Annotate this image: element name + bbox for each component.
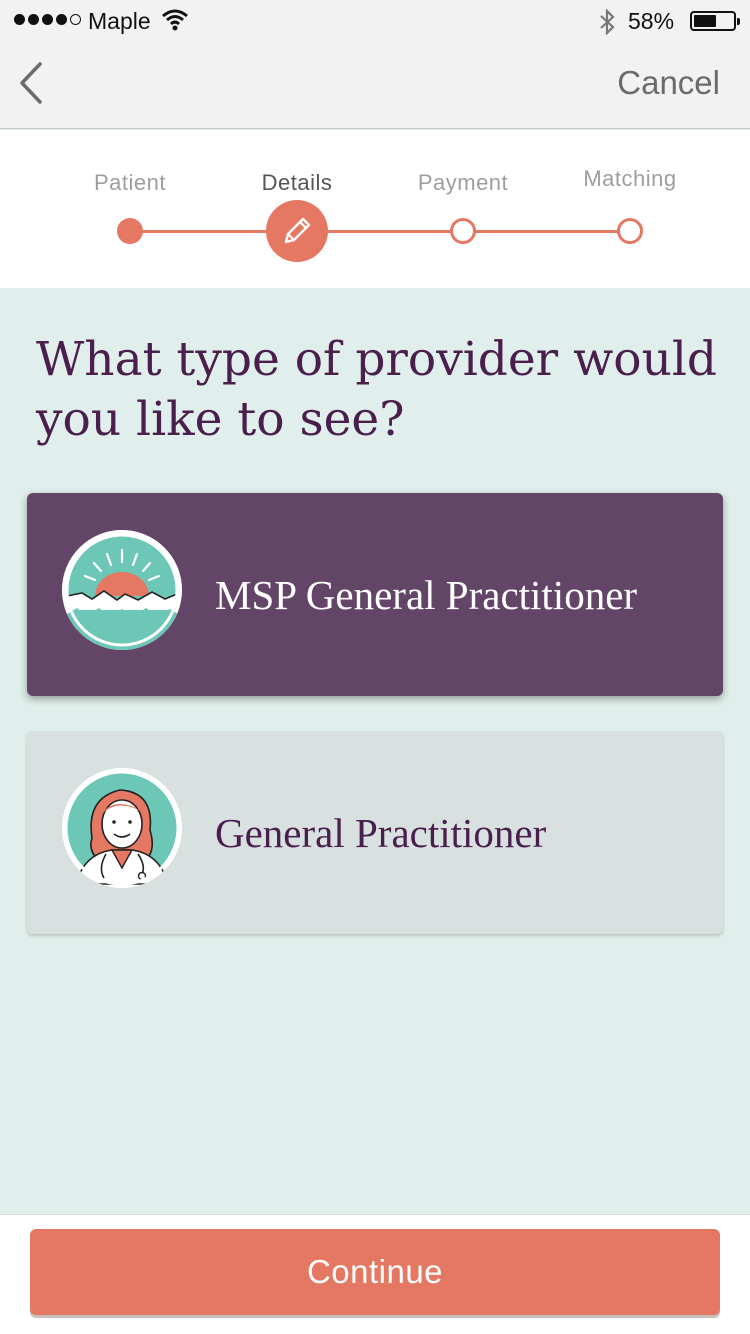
option-msp-general-practitioner[interactable]: MSP General Practitioner <box>27 493 723 696</box>
option-label: General Practitioner <box>215 809 547 856</box>
step-node-patient <box>117 218 143 244</box>
step-node-details <box>266 200 328 262</box>
cancel-button[interactable]: Cancel <box>617 64 720 102</box>
option-label: MSP General Practitioner <box>215 571 638 618</box>
page-title: What type of provider would you like to … <box>36 332 717 447</box>
step-node-matching <box>617 218 643 244</box>
bluetooth-icon <box>600 9 615 35</box>
battery-icon <box>690 11 740 31</box>
status-bar: Maple 58% <box>0 0 750 42</box>
pencil-icon <box>284 217 311 244</box>
step-label-payment: Payment <box>417 170 509 195</box>
navigation-bar: Cancel <box>0 42 750 129</box>
back-button[interactable] <box>16 60 46 106</box>
footer-bar: Continue <box>0 1214 750 1334</box>
option-general-practitioner[interactable]: General Practitioner <box>27 731 723 934</box>
doctor-avatar-icon <box>62 768 182 888</box>
step-node-payment <box>450 218 476 244</box>
step-label-details: Details <box>261 170 333 195</box>
continue-button[interactable]: Continue <box>30 1229 720 1315</box>
step-label-patient: Patient <box>94 170 166 195</box>
signal-strength-icon <box>14 14 81 25</box>
sunrise-icon <box>62 530 182 650</box>
progress-stepper: Patient Details Payment Matching <box>0 130 750 288</box>
step-label-matching: Matching <box>583 166 677 191</box>
stepper-connector-line <box>130 230 630 233</box>
carrier-name: Maple <box>88 8 151 34</box>
battery-percentage: 58% <box>628 8 675 34</box>
wifi-icon <box>162 9 188 31</box>
